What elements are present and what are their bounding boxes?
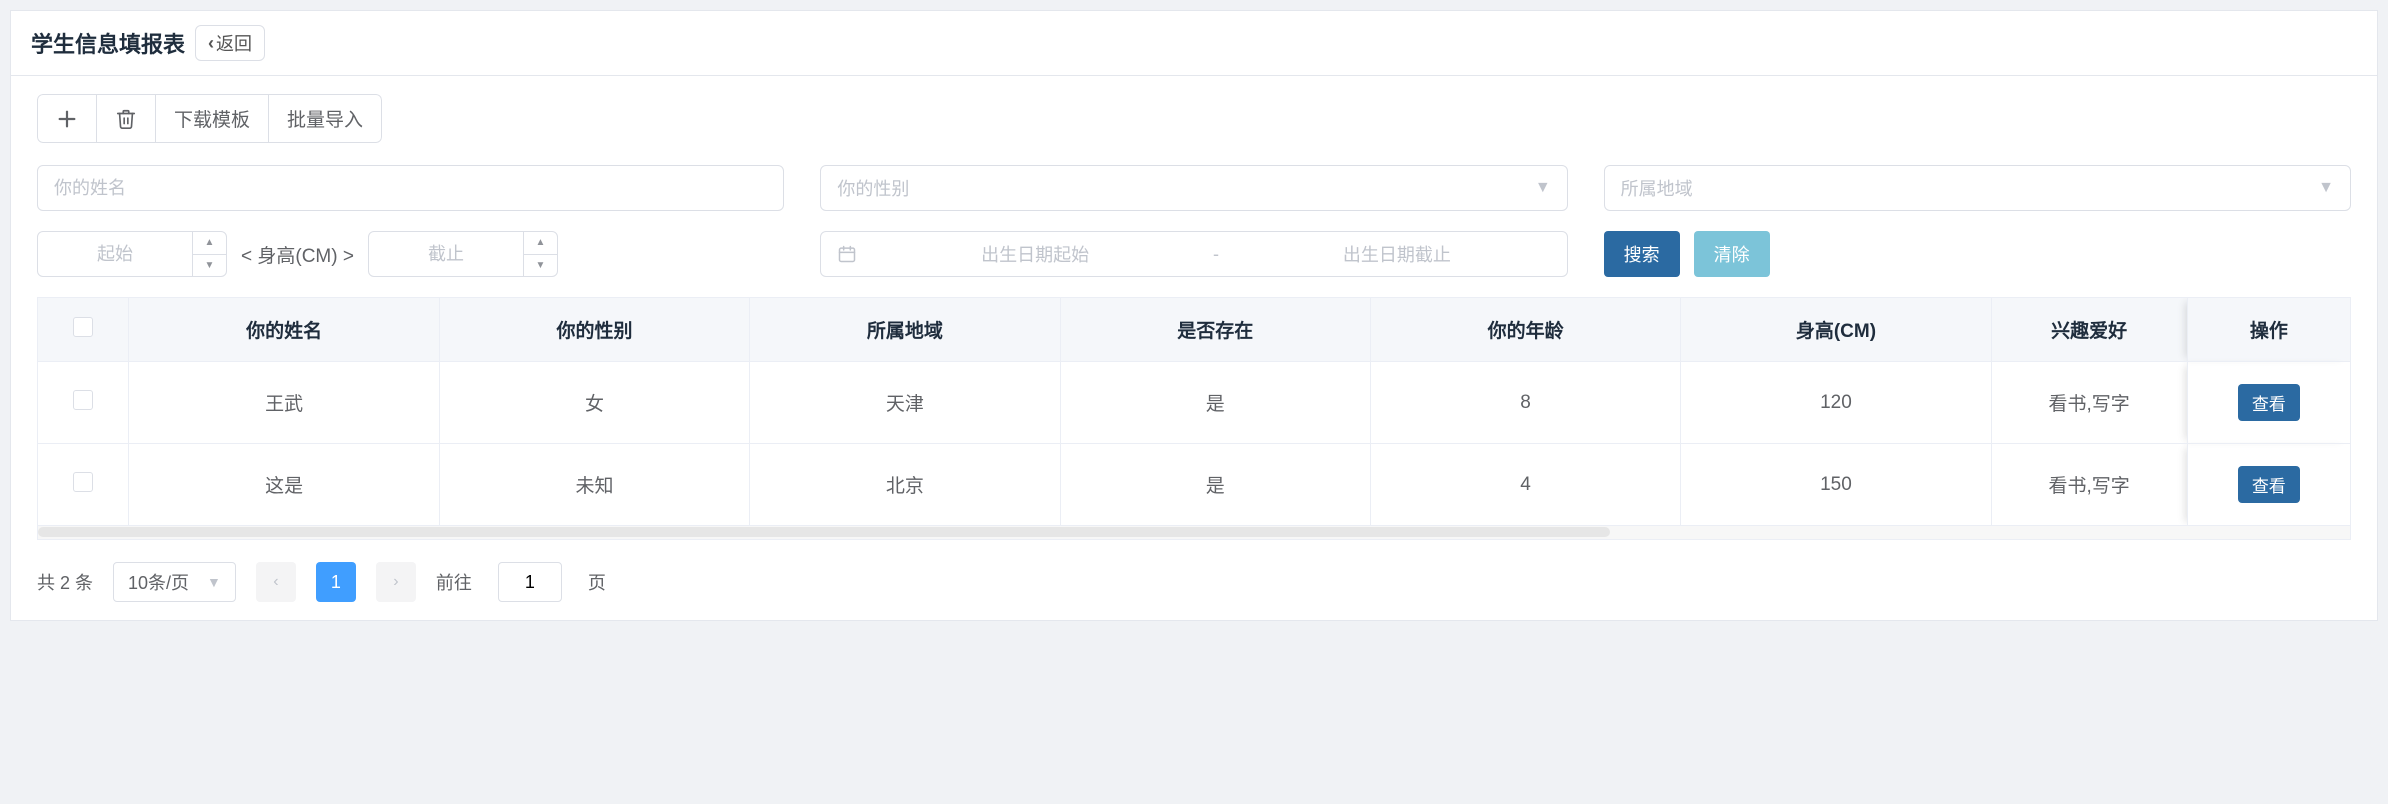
scrollbar-thumb[interactable] xyxy=(38,527,1610,537)
goto-prefix: 前往 xyxy=(436,569,472,595)
cell-age: 8 xyxy=(1370,362,1680,444)
row-checkbox[interactable] xyxy=(73,390,93,410)
goto-page-input[interactable] xyxy=(498,562,562,602)
total-text: 共 2 条 xyxy=(37,569,93,595)
panel-body: 下载模板 批量导入 你的性别 ▼ 所属地域 ▼ xyxy=(11,76,2377,620)
height-to-value: 截止 xyxy=(369,232,523,276)
chevron-left-icon: ‹ xyxy=(208,33,214,54)
goto-suffix: 页 xyxy=(588,569,606,595)
plus-icon xyxy=(56,108,78,130)
table-wrap: 你的姓名 你的性别 所属地域 是否存在 你的年龄 身高(CM) 兴趣爱好 操作 … xyxy=(37,297,2351,540)
col-gender: 你的性别 xyxy=(439,298,749,362)
next-page-button[interactable]: › xyxy=(376,562,416,602)
col-region: 所属地域 xyxy=(750,298,1060,362)
step-up-icon[interactable]: ▲ xyxy=(193,232,226,254)
gender-select-placeholder: 你的性别 xyxy=(837,175,909,201)
height-to-stepper[interactable]: 截止 ▲ ▼ xyxy=(368,231,558,277)
region-select[interactable]: 所属地域 ▼ xyxy=(1604,165,2351,211)
view-button[interactable]: 查看 xyxy=(2238,384,2300,421)
add-button[interactable] xyxy=(37,94,97,143)
select-all-checkbox[interactable] xyxy=(73,317,93,337)
height-range-label: < 身高(CM) > xyxy=(237,241,358,268)
pager: 共 2 条 10条/页 ▼ ‹ 1 › 前往 页 xyxy=(37,562,2351,602)
cell-exists: 是 xyxy=(1060,362,1370,444)
view-button[interactable]: 查看 xyxy=(2238,466,2300,503)
col-age: 你的年龄 xyxy=(1370,298,1680,362)
data-table: 你的姓名 你的性别 所属地域 是否存在 你的年龄 身高(CM) 兴趣爱好 操作 … xyxy=(37,297,2351,526)
cell-gender: 未知 xyxy=(439,444,749,526)
panel-header: 学生信息填报表 ‹ 返回 xyxy=(11,11,2377,76)
prev-page-button[interactable]: ‹ xyxy=(256,562,296,602)
bulk-import-button[interactable]: 批量导入 xyxy=(269,94,382,143)
col-action: 操作 xyxy=(2187,298,2350,362)
cell-name: 王武 xyxy=(129,362,439,444)
cell-hobby: 看书,写字 xyxy=(1991,362,2187,444)
clear-button[interactable]: 清除 xyxy=(1694,231,1770,277)
cell-age: 4 xyxy=(1370,444,1680,526)
chevron-down-icon: ▼ xyxy=(1535,179,1551,197)
gender-select[interactable]: 你的性别 ▼ xyxy=(820,165,1567,211)
download-template-button[interactable]: 下载模板 xyxy=(156,94,269,143)
table-row: 这是 未知 北京 是 4 150 看书,写字 查看 xyxy=(38,444,2351,526)
name-input[interactable] xyxy=(37,165,784,211)
trash-icon xyxy=(115,108,137,130)
cell-height: 120 xyxy=(1681,362,1991,444)
col-name: 你的姓名 xyxy=(129,298,439,362)
panel: 学生信息填报表 ‹ 返回 下载模板 批量导入 xyxy=(10,10,2378,621)
horizontal-scrollbar[interactable] xyxy=(37,526,2351,540)
stepper-controls: ▲ ▼ xyxy=(523,232,557,276)
page-size-select[interactable]: 10条/页 ▼ xyxy=(113,562,236,602)
cell-hobby: 看书,写字 xyxy=(1991,444,2187,526)
birth-range-sep: - xyxy=(1213,244,1219,265)
filter-row-1: 你的性别 ▼ 所属地域 ▼ xyxy=(37,165,2351,211)
search-button[interactable]: 搜索 xyxy=(1604,231,1680,277)
step-down-icon[interactable]: ▼ xyxy=(193,254,226,277)
stepper-controls: ▲ ▼ xyxy=(192,232,226,276)
filter-row-2: 起始 ▲ ▼ < 身高(CM) > 截止 ▲ ▼ xyxy=(37,231,2351,277)
height-from-stepper[interactable]: 起始 ▲ ▼ xyxy=(37,231,227,277)
col-hobby: 兴趣爱好 xyxy=(1991,298,2187,362)
table-header-row: 你的姓名 你的性别 所属地域 是否存在 你的年龄 身高(CM) 兴趣爱好 操作 xyxy=(38,298,2351,362)
toolbar: 下载模板 批量导入 xyxy=(37,94,382,143)
birth-from-placeholder: 出生日期起始 xyxy=(881,241,1189,267)
table-row: 王武 女 天津 是 8 120 看书,写字 查看 xyxy=(38,362,2351,444)
cell-exists: 是 xyxy=(1060,444,1370,526)
back-button[interactable]: ‹ 返回 xyxy=(195,25,265,61)
chevron-down-icon: ▼ xyxy=(2318,179,2334,197)
birth-to-placeholder: 出生日期截止 xyxy=(1243,241,1551,267)
birth-date-range[interactable]: 出生日期起始 - 出生日期截止 xyxy=(820,231,1567,277)
cell-gender: 女 xyxy=(439,362,749,444)
cell-height: 150 xyxy=(1681,444,1991,526)
page-title: 学生信息填报表 xyxy=(31,27,185,59)
region-select-placeholder: 所属地域 xyxy=(1621,175,1693,201)
cell-region: 天津 xyxy=(750,362,1060,444)
row-checkbox[interactable] xyxy=(73,472,93,492)
cell-region: 北京 xyxy=(750,444,1060,526)
calendar-icon xyxy=(837,244,857,264)
page-number[interactable]: 1 xyxy=(316,562,356,602)
height-from-value: 起始 xyxy=(38,232,192,276)
col-exists: 是否存在 xyxy=(1060,298,1370,362)
back-button-label: 返回 xyxy=(216,30,252,56)
page-size-label: 10条/页 xyxy=(128,569,189,595)
step-down-icon[interactable]: ▼ xyxy=(524,254,557,277)
chevron-down-icon: ▼ xyxy=(207,574,221,590)
step-up-icon[interactable]: ▲ xyxy=(524,232,557,254)
delete-button[interactable] xyxy=(97,94,156,143)
cell-name: 这是 xyxy=(129,444,439,526)
col-height: 身高(CM) xyxy=(1681,298,1991,362)
